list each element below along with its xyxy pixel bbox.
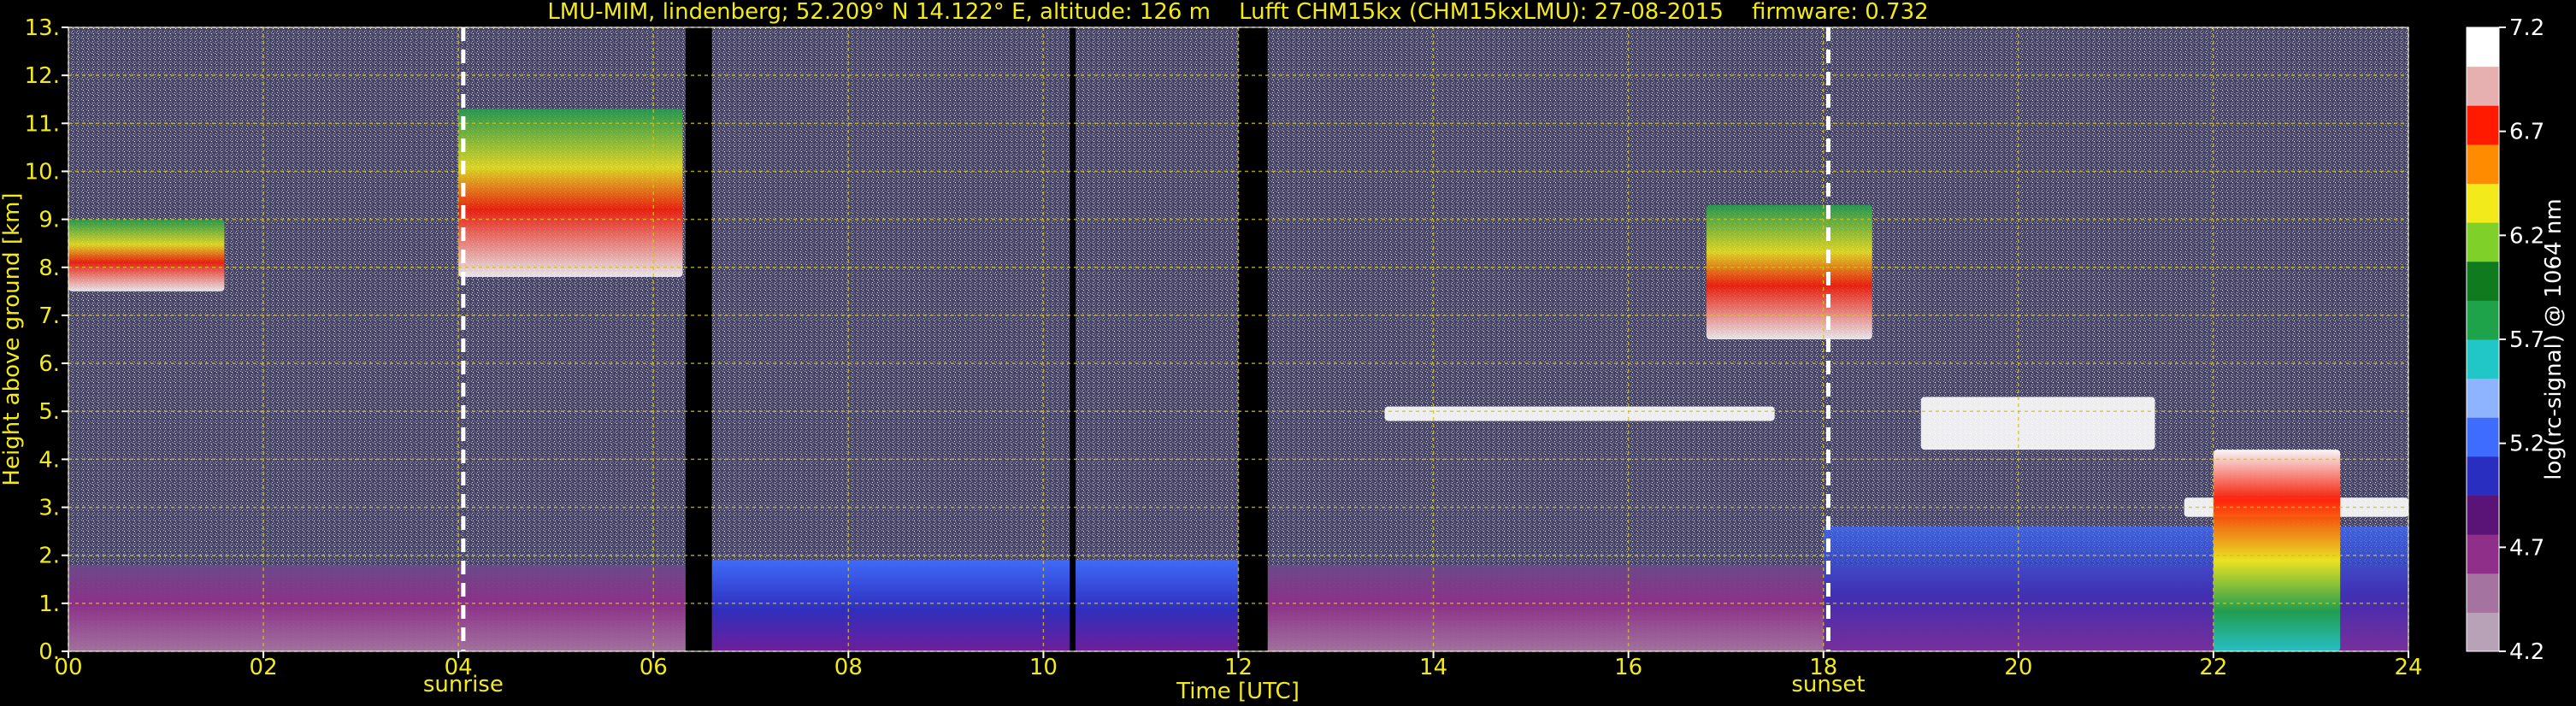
colorbar-tick-label: 5.2 (2509, 432, 2544, 457)
colorbar-segment (2467, 261, 2499, 301)
x-tick-label: 24 (2394, 655, 2422, 680)
y-axis-label: Height above ground [km] (0, 192, 25, 485)
chart-title: LMU-MIM, lindenberg; 52.209° N 14.122° E… (547, 0, 1928, 25)
feature-aerosol-layer (711, 560, 1239, 651)
x-tick-label: 16 (1614, 655, 1642, 680)
y-tick-label: 4. (38, 447, 60, 473)
y-tick-label: 7. (38, 303, 60, 329)
feature-mid-level-cloud (1920, 397, 2155, 450)
y-tick-label: 6. (38, 351, 60, 377)
feature-cirrus (458, 109, 683, 277)
x-tick-label: 04 (445, 655, 473, 680)
ceilometer-chart: sunrise sunset00 02 04 06 08 10 12 14 16 18 20 22 240… (0, 0, 2567, 704)
y-tick-label: 10. (25, 159, 60, 185)
x-tick-label: 08 (834, 655, 863, 680)
x-tick-label: 22 (2199, 655, 2227, 680)
y-tick-label: 13. (25, 15, 60, 41)
colorbar-segment (2467, 66, 2499, 106)
colorbar-segment (2467, 573, 2499, 613)
colorbar-segment (2467, 27, 2499, 68)
colorbar-segment (2467, 417, 2499, 457)
x-tick-label: 12 (1224, 655, 1253, 680)
x-tick-label: 10 (1029, 655, 1058, 680)
colorbar-segment (2467, 339, 2499, 379)
colorbar-segment (2467, 495, 2499, 535)
y-tick-label: 8. (38, 256, 60, 281)
x-tick-label: 20 (2004, 655, 2032, 680)
y-tick-label: 5. (38, 399, 60, 425)
data-gap (1070, 27, 1076, 651)
colorbar-segment (2467, 612, 2499, 652)
colorbar-tick-label: 4.7 (2509, 535, 2544, 561)
y-tick-label: 12. (25, 63, 60, 89)
y-tick-label: 3. (38, 496, 60, 521)
colorbar-segment (2467, 456, 2499, 496)
colorbar-label: log(rc-signal) @ 1064 nm (2541, 198, 2567, 479)
y-tick-label: 9. (38, 208, 60, 233)
feature-cirrus (68, 219, 225, 291)
feature-mid-level-cloud (1384, 406, 1775, 421)
colorbar-segment (2467, 144, 2499, 184)
colorbar-segment (2467, 183, 2499, 223)
x-tick-label: 02 (250, 655, 278, 680)
colorbar-tick-label: 5.7 (2509, 327, 2544, 353)
y-tick-label: 2. (38, 544, 60, 569)
colorbar-segment (2467, 378, 2499, 418)
colorbar-tick-label: 6.2 (2509, 223, 2544, 249)
feature-precipitation (2213, 450, 2341, 651)
x-tick-label: 14 (1419, 655, 1447, 680)
colorbar-segment (2467, 222, 2499, 262)
data-gap (1238, 27, 1268, 651)
y-tick-label: 1. (38, 591, 60, 617)
x-axis-label: Time [UTC] (1176, 679, 1300, 704)
colorbar-segment (2467, 300, 2499, 340)
y-tick-label: 0. (38, 639, 60, 665)
feature-cirrus (1706, 204, 1872, 339)
x-tick-label: 18 (1809, 655, 1837, 680)
colorbar-tick-label: 6.7 (2509, 120, 2544, 145)
data-gap (685, 27, 712, 651)
x-tick-label: 06 (640, 655, 668, 680)
colorbar-tick-label: 7.2 (2509, 15, 2544, 41)
colorbar: 4.2 4.7 5.2 5.7 6.2 6.7 7.2 (2466, 15, 2544, 665)
y-tick-label: 11. (25, 111, 60, 137)
colorbar-tick-label: 4.2 (2509, 639, 2544, 665)
colorbar-segment (2467, 534, 2499, 574)
colorbar-segment (2467, 105, 2499, 145)
plot-area (68, 27, 2408, 651)
